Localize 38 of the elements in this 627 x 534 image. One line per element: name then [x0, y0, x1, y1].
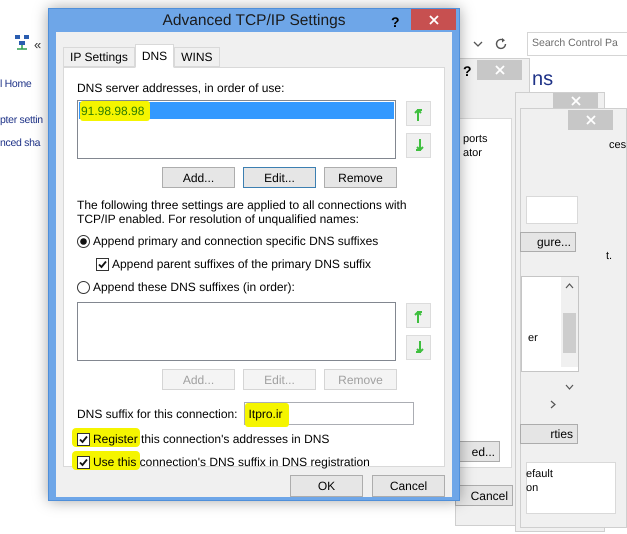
- search-field[interactable]: Search Control Pa: [527, 32, 627, 56]
- section-label: DNS server addresses, in order of use:: [77, 80, 286, 98]
- option-label: Register this connection's addresses in DNS: [93, 431, 330, 448]
- help-button[interactable]: ?: [463, 61, 472, 82]
- help-button[interactable]: ?: [391, 12, 400, 33]
- breadcrumb-chevron[interactable]: «: [34, 35, 42, 54]
- sidebar-link[interactable]: pter settin: [0, 113, 43, 129]
- home-link[interactable]: l Home: [0, 77, 32, 93]
- button[interactable]: rties: [520, 424, 578, 444]
- cancel-button[interactable]: Cancel: [372, 475, 445, 498]
- button[interactable]: Add...: [162, 167, 235, 188]
- suffix-field[interactable]: Itpro.ir: [244, 402, 414, 426]
- window-title: Advanced TCP/IP Settings: [162, 11, 346, 31]
- button[interactable]: Remove: [324, 167, 397, 188]
- sidebar-link[interactable]: nced sha: [0, 136, 40, 152]
- list-item[interactable]: 91.98.98.98: [79, 102, 394, 120]
- tab[interactable]: WINS: [174, 47, 220, 68]
- tab[interactable]: DNS: [134, 44, 174, 68]
- label-text: er: [528, 331, 538, 346]
- field-label: DNS suffix for this connection:: [77, 406, 238, 423]
- button[interactable]: Edit...: [243, 167, 316, 188]
- label-text: efault: [526, 467, 553, 482]
- page-heading: ns: [532, 67, 554, 92]
- label-text: t.: [606, 249, 612, 264]
- tab[interactable]: IP Settings: [63, 47, 135, 68]
- label-text: ator: [463, 146, 482, 161]
- option-label: Append parent suffixes of the primary DNS suffix: [112, 256, 372, 274]
- ok-button[interactable]: OK: [290, 475, 363, 498]
- button[interactable]: Cancel: [455, 485, 513, 506]
- label-text: ces: [609, 138, 626, 153]
- server-list[interactable]: 91.98.98.98: [77, 100, 396, 160]
- option-label: Append these DNS suffixes (in order):: [93, 279, 295, 296]
- button[interactable]: gure...: [520, 232, 576, 252]
- description-text: The following three settings are applied to all connections with TCP/IP enabled. For resolution of unqualified names:: [77, 198, 408, 226]
- label-text: on: [526, 481, 538, 496]
- option-label: Append primary and connection specific DNS suffixes: [93, 233, 378, 250]
- label-text: ports: [463, 132, 488, 147]
- option-label: Use this connection's DNS suffix in DNS registration: [93, 454, 370, 472]
